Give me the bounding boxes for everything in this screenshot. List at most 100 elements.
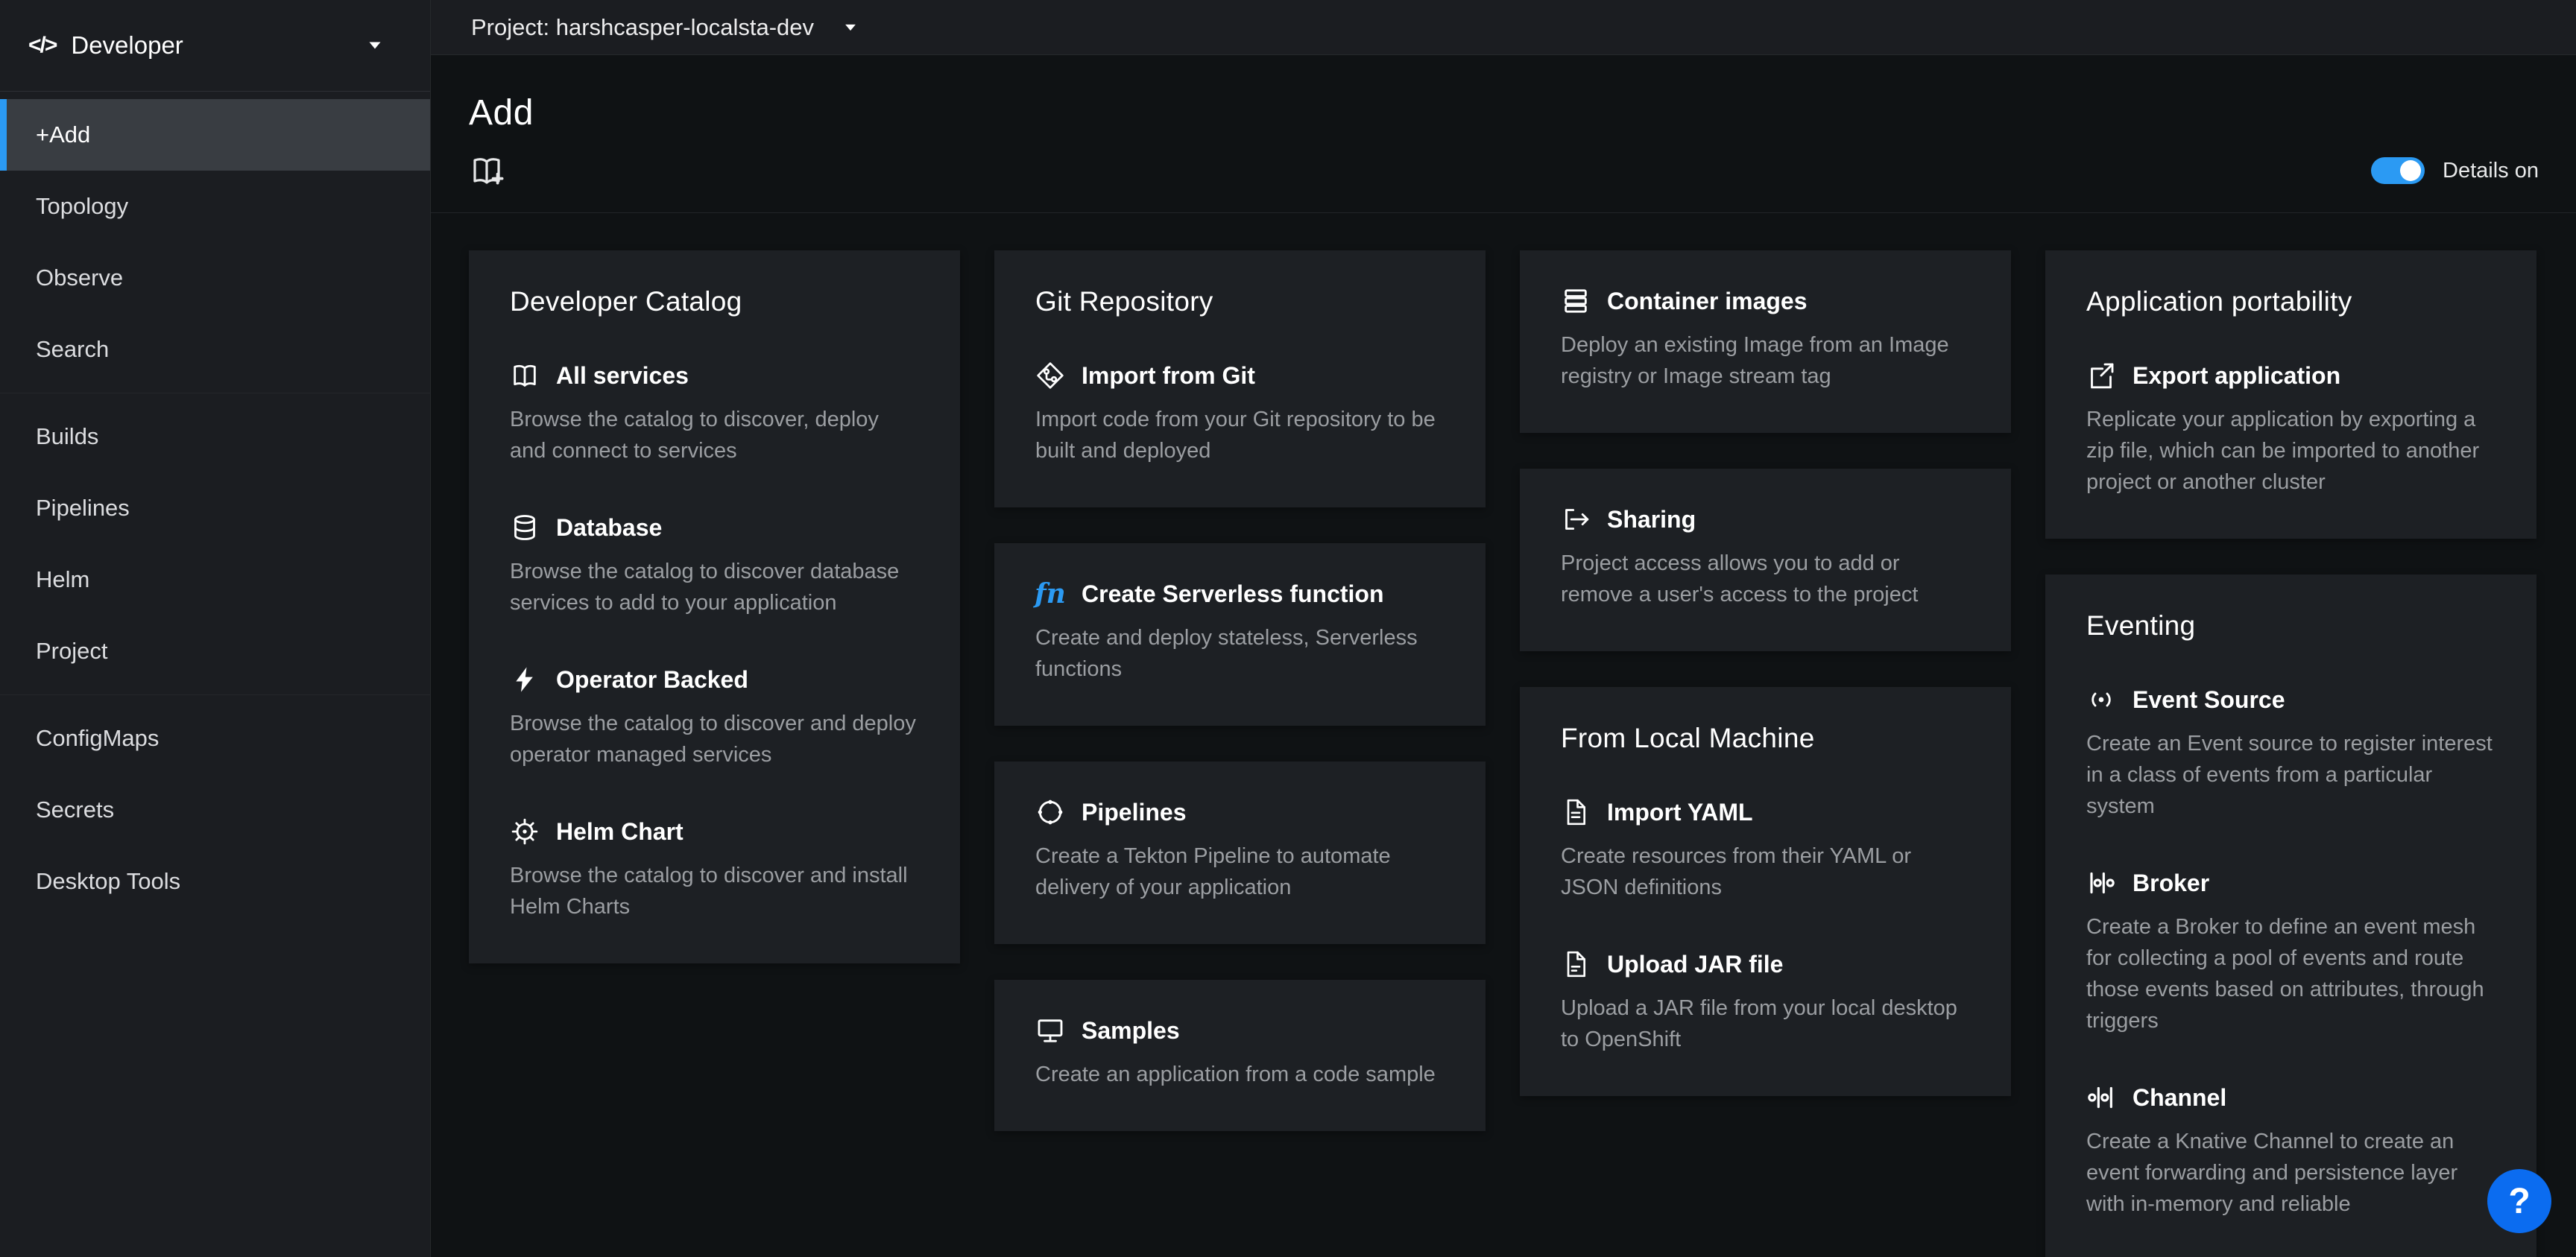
database-icon [510, 513, 540, 542]
event-source-icon [2086, 685, 2116, 715]
tile-container-images: Container images Deploy an existing Imag… [1561, 286, 1970, 392]
tile-title: Container images [1607, 288, 1808, 315]
sidebar-item-desktop-tools[interactable]: Desktop Tools [0, 846, 430, 917]
tile-sharing-link[interactable]: Sharing [1561, 504, 1970, 534]
sidebar-item-label: ConfigMaps [36, 725, 159, 752]
git-icon [1035, 361, 1065, 390]
project-selector[interactable]: Project: harshcasper-localsta-dev [471, 14, 859, 41]
serverless-function-icon: fn [1035, 579, 1065, 609]
main-area: Project: harshcasper-localsta-dev Add De… [431, 0, 2576, 1257]
tile-helm-chart-link[interactable]: Helm Chart [510, 817, 919, 846]
column-1: Developer Catalog All services Br [469, 250, 960, 963]
tile-upload-jar-file-link[interactable]: Upload JAR file [1561, 949, 1970, 979]
tile-export-application: Export application Replicate your applic… [2086, 361, 2496, 498]
tile-event-source: Event Source Create an Event source to r… [2086, 685, 2496, 822]
tile-desc: Deploy an existing Image from an Image r… [1561, 329, 1970, 392]
tile-import-yaml: Import YAML Create resources from their … [1561, 797, 1970, 903]
operator-backed-icon [510, 665, 540, 694]
sidebar-item-label: Search [36, 336, 109, 363]
tile-samples-link[interactable]: Samples [1035, 1016, 1445, 1045]
tile-import-yaml-link[interactable]: Import YAML [1561, 797, 1970, 827]
help-button[interactable]: ? [2487, 1169, 2551, 1233]
tile-desc: Browse the catalog to discover database … [510, 556, 919, 618]
tile-desc: Import code from your Git repository to … [1035, 404, 1445, 466]
page-header-row: Details on [469, 153, 2539, 189]
sidebar-item-topology[interactable]: Topology [0, 171, 430, 242]
tile-broker: Broker Create a Broker to define an even… [2086, 868, 2496, 1036]
card-from-local-machine: From Local Machine I [1520, 687, 2011, 1096]
tile-title: Helm Chart [556, 818, 684, 846]
tile-title: Create Serverless function [1082, 580, 1384, 608]
perspective-switcher[interactable]: </> Developer [0, 0, 430, 92]
tile-all-services-link[interactable]: All services [510, 361, 919, 390]
card-application-portability: Application portability [2045, 250, 2536, 539]
sidebar-item-label: Secrets [36, 797, 114, 823]
tile-title: Channel [2133, 1084, 2226, 1112]
tile-operator-backed: Operator Backed Browse the catalog to di… [510, 665, 919, 770]
sidebar-item-secrets[interactable]: Secrets [0, 774, 430, 846]
card-pipelines: Pipelines Create a Tekton Pipeline to au… [994, 762, 1486, 944]
tile-title: Upload JAR file [1607, 951, 1783, 978]
sidebar: </> Developer +Add Topology Observe Sear… [0, 0, 431, 1257]
catalog-icon [510, 361, 540, 390]
book-plus-icon[interactable] [469, 153, 505, 189]
tile-desc: Replicate your application by exporting … [2086, 404, 2496, 498]
tile-sharing: Sharing Project access allows you to add… [1561, 504, 1970, 610]
sidebar-item-label: Builds [36, 423, 98, 450]
tile-title: Database [556, 514, 662, 542]
page-header: Add Details on [431, 55, 2576, 213]
caret-down-icon [366, 37, 384, 54]
app-window: </> Developer +Add Topology Observe Sear… [0, 0, 2576, 1257]
sidebar-item-project[interactable]: Project [0, 615, 430, 687]
tile-import-from-git-link[interactable]: Import from Git [1035, 361, 1445, 390]
tile-broker-link[interactable]: Broker [2086, 868, 2496, 898]
tile-desc: Create a Broker to define an event mesh … [2086, 911, 2496, 1036]
container-images-icon [1561, 286, 1591, 316]
card-container-images: Container images Deploy an existing Imag… [1520, 250, 2011, 433]
tile-database: Database Browse the catalog to discover … [510, 513, 919, 618]
card-title: Git Repository [1035, 286, 1445, 317]
sidebar-item-pipelines[interactable]: Pipelines [0, 472, 430, 544]
sidebar-item-builds[interactable]: Builds [0, 401, 430, 472]
sidebar-item-label: Pipelines [36, 495, 130, 522]
card-serverless-function: fn Create Serverless function Create and… [994, 543, 1486, 726]
import-yaml-icon [1561, 797, 1591, 827]
details-toggle-label: Details on [2443, 159, 2539, 183]
tile-channel-link[interactable]: Channel [2086, 1083, 2496, 1112]
sidebar-item-label: +Add [36, 121, 90, 148]
tile-create-serverless-function-link[interactable]: fn Create Serverless function [1035, 579, 1445, 609]
tile-title: Samples [1082, 1017, 1180, 1045]
tile-desc: Browse the catalog to discover and deplo… [510, 708, 919, 770]
card-developer-catalog: Developer Catalog All services Br [469, 250, 960, 963]
tile-desc: Upload a JAR file from your local deskto… [1561, 992, 1970, 1055]
tile-export-application-link[interactable]: Export application [2086, 361, 2496, 390]
details-toggle[interactable] [2371, 157, 2425, 184]
tile-container-images-link[interactable]: Container images [1561, 286, 1970, 316]
tile-title: Import YAML [1607, 799, 1753, 826]
samples-icon [1035, 1016, 1065, 1045]
tile-title: Event Source [2133, 686, 2285, 714]
sidebar-item-configmaps[interactable]: ConfigMaps [0, 703, 430, 774]
upload-jar-icon [1561, 949, 1591, 979]
nav-group-config: ConfigMaps Secrets Desktop Tools [0, 694, 430, 925]
tile-desc: Project access allows you to add or remo… [1561, 548, 1970, 610]
tile-pipelines-link[interactable]: Pipelines [1035, 797, 1445, 827]
sidebar-item-helm[interactable]: Helm [0, 544, 430, 615]
code-icon: </> [28, 33, 56, 58]
tile-event-source-link[interactable]: Event Source [2086, 685, 2496, 715]
column-2: Git Repository [994, 250, 1486, 1131]
column-3: Container images Deploy an existing Imag… [1520, 250, 2011, 1096]
card-title: Eventing [2086, 610, 2496, 642]
tile-database-link[interactable]: Database [510, 513, 919, 542]
sidebar-item-add[interactable]: +Add [0, 99, 430, 171]
sidebar-item-search[interactable]: Search [0, 314, 430, 385]
sidebar-item-observe[interactable]: Observe [0, 242, 430, 314]
card-title: Developer Catalog [510, 286, 919, 317]
card-sharing: Sharing Project access allows you to add… [1520, 469, 2011, 651]
tile-samples: Samples Create an application from a cod… [1035, 1016, 1445, 1090]
card-samples: Samples Create an application from a cod… [994, 980, 1486, 1131]
tile-channel: Channel Create a Knative Channel to crea… [2086, 1083, 2496, 1220]
nav-group-main: +Add Topology Observe Search [0, 92, 430, 393]
tile-operator-backed-link[interactable]: Operator Backed [510, 665, 919, 694]
perspective-label: Developer [71, 31, 183, 60]
